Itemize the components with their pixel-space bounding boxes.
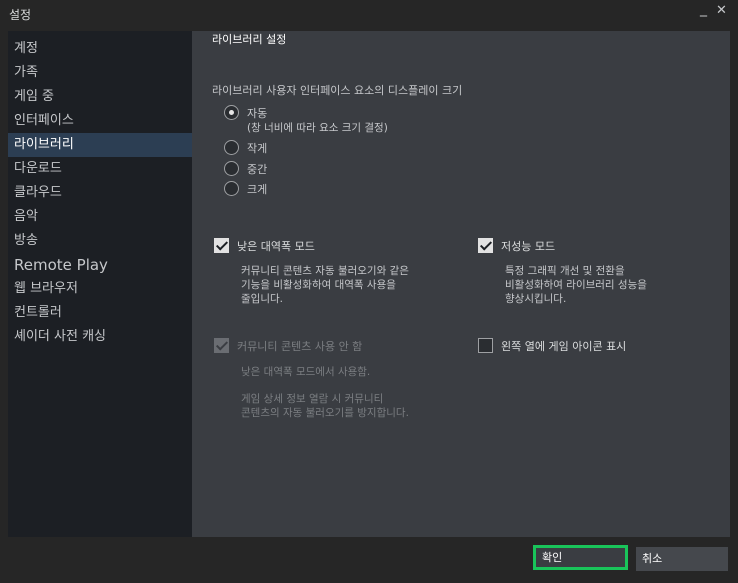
desc-line: 줄입니다.: [241, 293, 283, 305]
sidebar-item-in-game[interactable]: 게임 중: [8, 85, 192, 109]
low-performance-label: 저성능 모드: [501, 240, 556, 253]
low-bandwidth-checkbox[interactable]: [214, 238, 229, 253]
disable-community-note: 낮은 대역폭 모드에서 사용함.: [241, 366, 371, 378]
sidebar-item-remote-play[interactable]: Remote Play: [8, 253, 192, 277]
radio-button[interactable]: [224, 161, 239, 176]
radio-button[interactable]: [224, 181, 239, 196]
close-icon[interactable]: ✕: [716, 3, 727, 18]
left-icons-label: 왼쪽 열에 게임 아이콘 표시: [501, 340, 627, 353]
disable-community-checkbox: [214, 338, 229, 353]
radio-button[interactable]: [224, 105, 239, 120]
radio-button[interactable]: [224, 140, 239, 155]
disable-community-label: 커뮤니티 콘텐츠 사용 안 함: [237, 340, 363, 353]
sidebar-item-music[interactable]: 음악: [8, 205, 192, 229]
page-title: 라이브러리 설정: [212, 33, 287, 46]
low-performance-desc: 특정 그래픽 개선 및 전환을 비활성화하여 라이브러리 성능을 향상시킵니다.: [505, 264, 647, 306]
disable-community-desc: 게임 상세 정보 열람 시 커뮤니티 콘텐츠의 자동 불러오기를 방지합니다.: [241, 392, 409, 420]
desc-line: 비활성화하여 라이브러리 성능을: [505, 279, 647, 291]
desc-line: 향상시킵니다.: [505, 293, 567, 305]
sidebar-item-broadcast[interactable]: 방송: [8, 229, 192, 253]
sidebar-item-family[interactable]: 가족: [8, 61, 192, 85]
sidebar-item-library[interactable]: 라이브러리: [8, 133, 192, 157]
sidebar-item-controller[interactable]: 컨트롤러: [8, 301, 192, 325]
radio-label: 중간: [247, 163, 268, 176]
left-icons-checkbox[interactable]: [478, 338, 493, 353]
sidebar-item-cloud[interactable]: 클라우드: [8, 181, 192, 205]
desc-line: 기능을 비활성화하여 대역폭 사용을: [241, 279, 396, 291]
low-performance-checkbox[interactable]: [478, 238, 493, 253]
desc-line: 게임 상세 정보 열람 시 커뮤니티: [241, 393, 384, 405]
radio-label: 작게: [247, 142, 268, 155]
desc-line: 특정 그래픽 개선 및 전환을: [505, 265, 625, 277]
desc-line: 콘텐츠의 자동 불러오기를 방지합니다.: [241, 407, 409, 419]
ok-button[interactable]: 확인: [533, 545, 628, 570]
settings-sidebar: 계정 가족 게임 중 인터페이스 라이브러리 다운로드 클라우드 음악 방송 R…: [8, 31, 192, 537]
sidebar-item-web-browser[interactable]: 웹 브라우저: [8, 277, 192, 301]
window-title: 설정: [9, 8, 32, 22]
cancel-button[interactable]: 취소: [636, 547, 728, 571]
low-bandwidth-label: 낮은 대역폭 모드: [237, 240, 315, 253]
title-bar: 설정 _ ✕: [0, 0, 738, 30]
sidebar-item-shader-cache[interactable]: 셰이더 사전 캐싱: [8, 325, 192, 349]
sidebar-item-account[interactable]: 계정: [8, 37, 192, 61]
radio-label: 자동: [247, 107, 268, 120]
desc-line: 커뮤니티 콘텐츠 자동 불러오기와 같은: [241, 265, 409, 277]
settings-content: 라이브러리 설정 라이브러리 사용자 인터페이스 요소의 디스플레이 크기 자동…: [192, 31, 730, 537]
minimize-icon[interactable]: _: [700, 1, 707, 17]
display-size-label: 라이브러리 사용자 인터페이스 요소의 디스플레이 크기: [212, 84, 463, 97]
sidebar-item-interface[interactable]: 인터페이스: [8, 109, 192, 133]
low-bandwidth-desc: 커뮤니티 콘텐츠 자동 불러오기와 같은 기능을 비활성화하여 대역폭 사용을 …: [241, 264, 409, 306]
sidebar-item-downloads[interactable]: 다운로드: [8, 157, 192, 181]
radio-sublabel: (창 너비에 따라 요소 크기 결정): [247, 122, 388, 134]
radio-label: 크게: [247, 183, 268, 196]
